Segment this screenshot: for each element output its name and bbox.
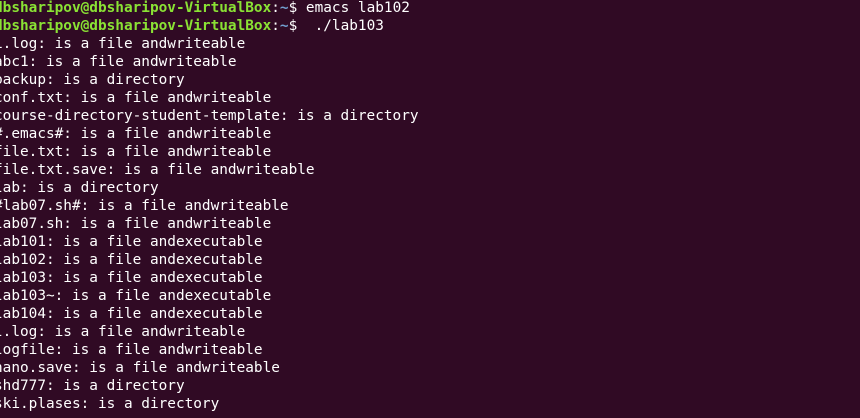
terminal-output: dbsharipov@dbsharipov-VirtualBox:~$ emac…: [0, 0, 419, 413]
prompt-line: dbsharipov@dbsharipov-VirtualBox:~$ ./la…: [0, 17, 419, 35]
output-line: shd777: is a directory: [0, 378, 185, 394]
output-line: #lab07.sh#: is a file andwriteable: [0, 198, 289, 214]
output-line: #.emacs#: is a file andwriteable: [0, 126, 272, 142]
output-line: lab103~: is a file andexecutable: [0, 288, 272, 304]
prompt-separator: :: [271, 0, 280, 16]
prompt-user-host: dbsharipov@dbsharipov-VirtualBox: [0, 18, 272, 34]
output-line: lab103: is a file andexecutable: [0, 270, 263, 286]
output-line: nano.save: is a file andwriteable: [0, 360, 280, 376]
command-text: emacs lab102: [297, 0, 410, 16]
output-line: lab07.sh: is a file andwriteable: [0, 216, 272, 232]
prompt-symbol: $: [288, 0, 298, 16]
terminal-window[interactable]: dbsharipov@dbsharipov-VirtualBox:~$ emac…: [0, 0, 860, 418]
prompt-user-host: dbsharipov@dbsharipov-VirtualBox: [0, 0, 272, 16]
prompt-symbol: $: [288, 18, 298, 34]
command-text: ./lab103: [297, 18, 384, 34]
output-line: abc1: is a file andwriteable: [0, 54, 237, 70]
prompt-cwd: ~: [279, 0, 289, 16]
output-line: lab: is a directory: [0, 180, 159, 196]
output-line: lab102: is a file andexecutable: [0, 252, 263, 268]
output-line: conf.txt: is a file andwriteable: [0, 90, 272, 106]
output-line: lab104: is a file andexecutable: [0, 306, 263, 322]
output-line: logfile: is a file andwriteable: [0, 342, 263, 358]
prompt-separator: :: [271, 18, 280, 34]
output-line: course-directory-student-template: is a …: [0, 108, 419, 124]
output-line: ski.plases: is a directory: [0, 396, 220, 412]
prompt-line: dbsharipov@dbsharipov-VirtualBox:~$ emac…: [0, 0, 419, 17]
output-line: file.txt: is a file andwriteable: [0, 144, 272, 160]
output-line: backup: is a directory: [0, 72, 185, 88]
output-line: file.txt.save: is a file andwriteable: [0, 162, 315, 178]
output-line: l.log: is a file andwriteable: [0, 324, 246, 340]
output-line: lab101: is a file andexecutable: [0, 234, 263, 250]
output-line: 1.log: is a file andwriteable: [0, 36, 246, 52]
prompt-cwd: ~: [279, 18, 289, 34]
